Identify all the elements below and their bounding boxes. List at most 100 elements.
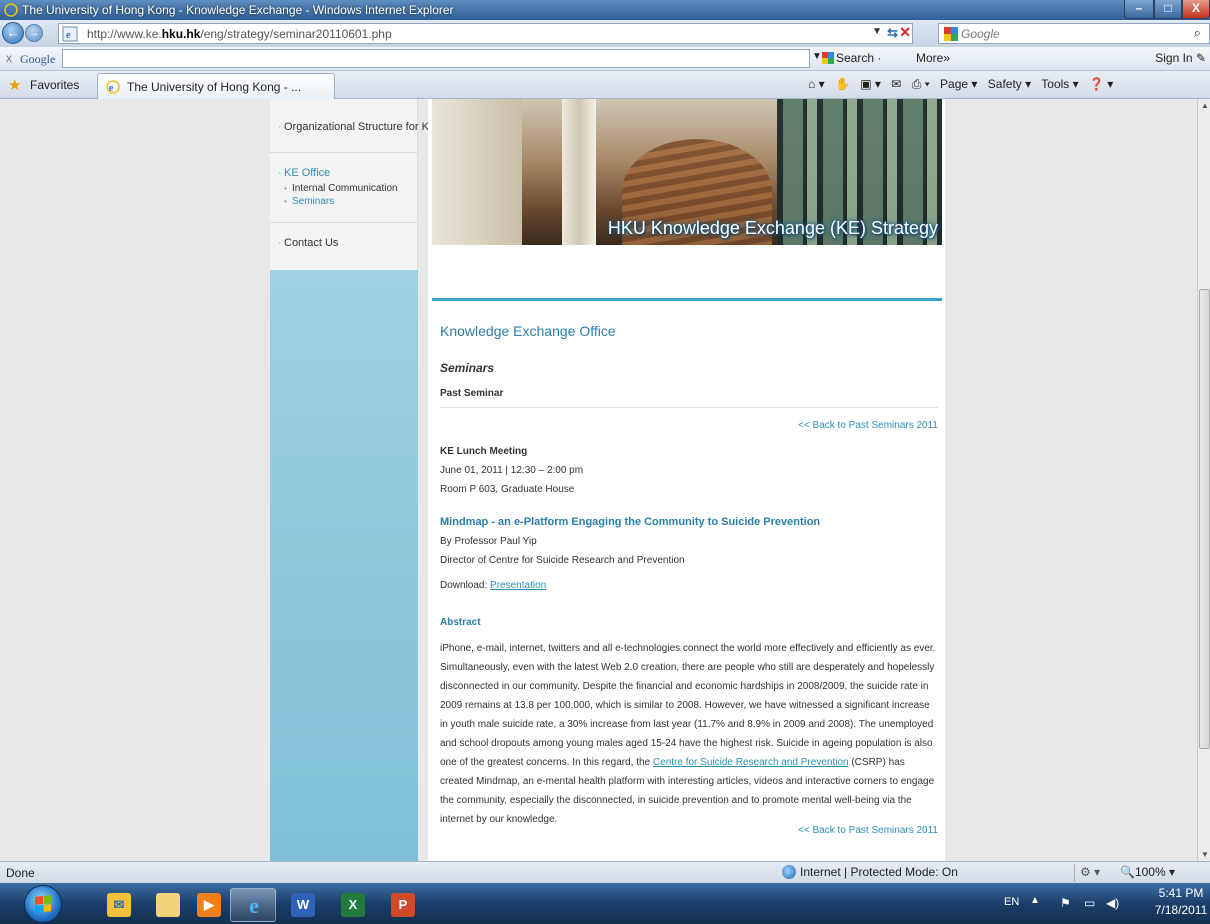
banner-image: HKU Knowledge Exchange (KE) Strategy — [432, 99, 942, 245]
security-zone[interactable]: Internet | Protected Mode: On — [782, 865, 958, 879]
taskbar-word[interactable]: W — [280, 888, 326, 922]
network-icon[interactable]: ▭ — [1084, 896, 1095, 910]
event-venue: Room P 603, Graduate House — [440, 484, 575, 495]
download-label: Download: — [440, 580, 488, 591]
back-button[interactable]: ← — [2, 22, 24, 44]
svg-text:e: e — [66, 30, 71, 41]
url-field[interactable]: e http://www.ke.hku.hk/eng/strategy/semi… — [58, 23, 913, 44]
taskbar-media[interactable]: ▶ — [186, 888, 232, 922]
presentation-link[interactable]: Presentation — [490, 580, 546, 591]
tab-label: The University of Hong Kong - ... — [127, 80, 302, 94]
refresh-icon[interactable]: ⇆ — [887, 25, 898, 41]
vertical-scrollbar[interactable]: ▲ ▼ — [1197, 99, 1210, 861]
windows-logo-icon — [35, 895, 51, 913]
back-to-past-seminars-link[interactable]: << Back to Past Seminars 2011 — [798, 420, 938, 431]
taskbar-powerpoint[interactable]: P — [380, 888, 426, 922]
powerpoint-icon: P — [391, 893, 415, 917]
home-icon[interactable]: ⌂ ▾ — [808, 77, 825, 91]
clock[interactable]: 5:41 PM 7/18/2011 — [1152, 885, 1210, 919]
divider — [432, 298, 942, 301]
rss-icon[interactable]: ▣ ▾ — [860, 77, 881, 91]
sidebar-item-org-structure[interactable]: Organizational Structure for KE — [278, 119, 436, 136]
sidebar-item-internal-communication[interactable]: Internal Communication — [278, 182, 417, 195]
taskbar-excel[interactable]: X — [330, 888, 376, 922]
taskbar-outlook[interactable]: ✉ — [96, 888, 142, 922]
abstract-text: iPhone, e-mail, internet, twitters and a… — [440, 643, 936, 825]
help-icon[interactable]: ❓ ▾ — [1089, 77, 1113, 91]
ie-tab-icon: e — [106, 80, 120, 94]
command-bar: ⌂ ▾ ✋ ▣ ▾ ✉ ⎙ ▾ Page ▾ Safety ▾ Tools ▾ … — [808, 77, 1120, 92]
favorites-button[interactable]: Favorites — [30, 78, 79, 92]
safety-menu[interactable]: Safety ▾ — [988, 77, 1031, 91]
volume-icon[interactable]: ◀) — [1106, 896, 1119, 910]
url-text: http://www.ke.hku.hk/eng/strategy/semina… — [87, 27, 392, 41]
clock-time: 5:41 PM — [1158, 886, 1204, 900]
google-more-button[interactable]: More» — [916, 51, 950, 65]
download-row: Download: Presentation — [440, 580, 546, 591]
folder-icon — [156, 893, 180, 917]
ie-icon: e — [249, 893, 259, 918]
close-button[interactable]: X — [1182, 0, 1210, 19]
abstract-heading: Abstract — [440, 617, 481, 628]
sidebar-item-contact-us[interactable]: Contact Us — [278, 235, 417, 252]
status-bar: Done Internet | Protected Mode: On ⚙ ▾ 🔍… — [0, 861, 1210, 883]
back-to-past-seminars-link-bottom[interactable]: << Back to Past Seminars 2011 — [798, 825, 938, 836]
svg-text:e: e — [7, 5, 12, 17]
favorites-bar: ★ Favorites e The University of Hong Kon… — [0, 71, 1210, 99]
scroll-down-icon[interactable]: ▼ — [1201, 850, 1209, 859]
sidebar-item-ke-office[interactable]: KE Office — [278, 165, 417, 182]
left-column: Organizational Structure for KE KE Offic… — [270, 99, 436, 861]
scrollbar-thumb[interactable] — [1199, 289, 1210, 749]
taskbar-explorer[interactable] — [145, 888, 191, 922]
flag-icon[interactable]: ⚑ — [1060, 896, 1071, 910]
main-content: HKU Knowledge Exchange (KE) Strategy Kno… — [428, 99, 945, 861]
divider — [440, 407, 938, 408]
address-bar: ← → e http://www.ke.hku.hk/eng/strategy/… — [0, 20, 1210, 47]
word-icon: W — [291, 893, 315, 917]
sign-in-button[interactable]: Sign In ✎ — [1155, 51, 1206, 65]
language-indicator[interactable]: EN — [1004, 896, 1019, 908]
toolbar-dropdown-icon[interactable]: ▼ — [812, 51, 822, 62]
url-dropdown-icon[interactable]: ▼ — [872, 26, 882, 37]
google-icon — [822, 52, 834, 64]
forward-button[interactable]: → — [25, 24, 43, 42]
minimize-button[interactable]: – — [1124, 0, 1154, 19]
scroll-up-icon[interactable]: ▲ — [1201, 101, 1209, 110]
left-menu: Organizational Structure for KE KE Offic… — [270, 99, 436, 270]
search-input[interactable]: Google ⌕ — [938, 23, 1210, 44]
taskbar-internet-explorer[interactable]: e — [230, 888, 276, 922]
close-toolbar-icon[interactable]: x — [6, 51, 12, 65]
ie-logo-icon: e — [4, 3, 18, 17]
google-search-button[interactable]: Search · — [822, 51, 881, 65]
stop-icon[interactable]: ✕ — [899, 24, 911, 41]
start-button[interactable] — [24, 885, 62, 923]
event-type: KE Lunch Meeting — [440, 446, 528, 457]
taskbar: ✉ ▶ e W X P EN ▲ ⚑ ▭ ◀) 5:41 PM 7/18/201… — [0, 883, 1210, 924]
zoom-level[interactable]: 🔍100% ▾ — [1120, 865, 1175, 879]
tools-menu[interactable]: Tools ▾ — [1041, 77, 1078, 91]
maximize-button[interactable]: □ — [1154, 0, 1182, 19]
page-menu[interactable]: Page ▾ — [940, 77, 977, 91]
title-bar: e The University of Hong Kong - Knowledg… — [0, 0, 1210, 20]
mail-icon[interactable]: ✉ — [891, 77, 901, 91]
csrp-link[interactable]: Centre for Suicide Research and Preventi… — [653, 757, 849, 768]
talk-title: Mindmap - an e-Platform Engaging the Com… — [440, 516, 821, 528]
section-title: Seminars — [440, 361, 495, 375]
show-hidden-icons-icon[interactable]: ▲ — [1030, 895, 1040, 906]
browser-tab[interactable]: e The University of Hong Kong - ... — [97, 73, 335, 99]
page-viewport: Organizational Structure for KE KE Offic… — [0, 99, 1197, 861]
search-placeholder: Google — [961, 27, 1000, 41]
favorites-star-icon[interactable]: ★ — [8, 76, 21, 94]
google-toolbar-input[interactable] — [62, 49, 810, 68]
popup-blocker-icon[interactable]: ⚙ ▾ — [1080, 865, 1100, 879]
hand-icon[interactable]: ✋ — [835, 77, 850, 91]
google-search-provider-icon — [944, 27, 958, 41]
globe-icon — [782, 865, 796, 879]
sidebar-item-seminars[interactable]: Seminars — [278, 195, 417, 208]
print-icon[interactable]: ⎙ ▾ — [912, 77, 930, 91]
search-icon[interactable]: ⌕ — [1194, 25, 1201, 41]
clock-date: 7/18/2011 — [1154, 903, 1208, 917]
ie-page-icon: e — [62, 26, 78, 42]
speaker-role: Director of Centre for Suicide Research … — [440, 555, 685, 566]
google-toolbar: x Google ▼ Search · More» Sign In ✎ — [0, 47, 1210, 71]
